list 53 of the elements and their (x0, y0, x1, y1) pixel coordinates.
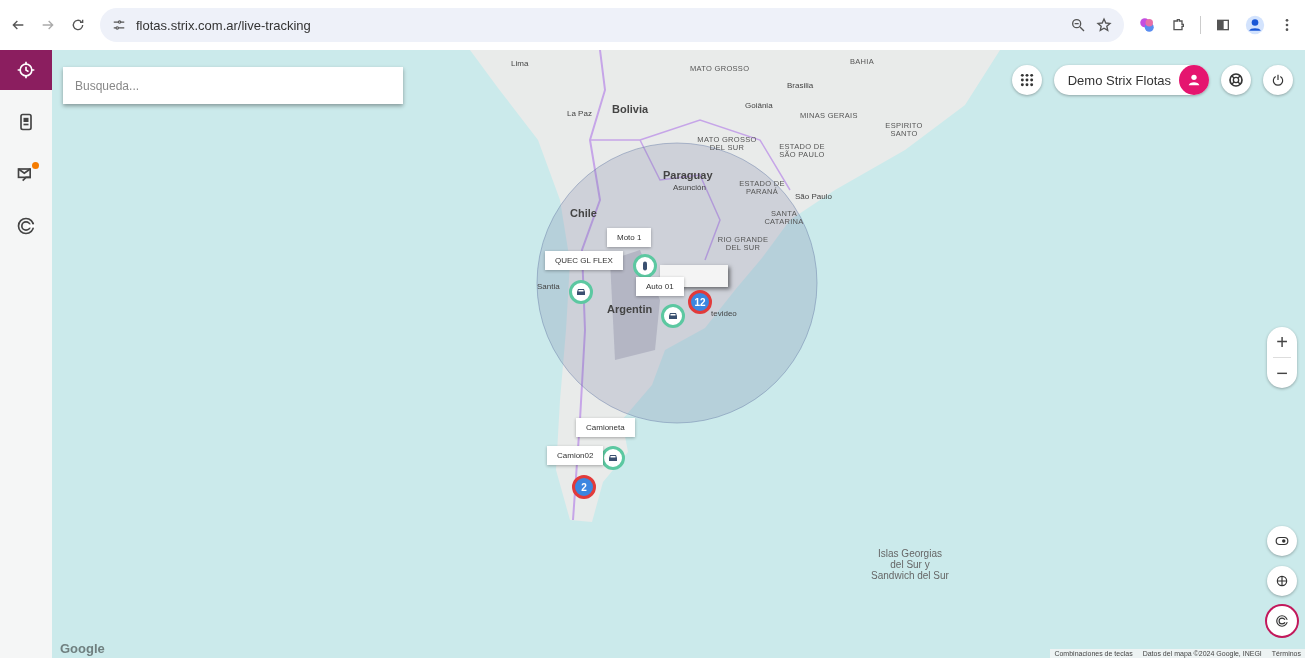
person-icon (1186, 72, 1202, 88)
city-label: Asunción (673, 184, 706, 193)
address-bar[interactable]: flotas.strix.com.ar/live-tracking (100, 8, 1124, 42)
user-name: Demo Strix Flotas (1067, 72, 1171, 88)
map-logo: Google (60, 641, 105, 656)
marker-tooltip: Auto 01 (636, 277, 684, 296)
city-label: Lima (511, 60, 529, 69)
country-label: Chile (570, 207, 597, 220)
map-tool-button[interactable] (1267, 526, 1297, 556)
target-icon (16, 60, 36, 80)
country-label: Paraguay (663, 169, 713, 182)
side-panel-icon[interactable] (1215, 17, 1231, 33)
grid-icon (1019, 73, 1034, 87)
city-label: São Paulo (795, 193, 832, 202)
logout-button[interactable] (1263, 65, 1293, 95)
url-text: flotas.strix.com.ar/live-tracking (136, 17, 311, 33)
city-label: La Paz (567, 110, 592, 119)
lifebuoy-icon (1228, 72, 1244, 88)
zoom-in-button[interactable]: + (1267, 327, 1297, 357)
toggle-icon (1275, 534, 1289, 548)
city-label: tevideo (711, 310, 737, 319)
zoom-icon[interactable] (1070, 17, 1086, 33)
apps-button[interactable] (1011, 65, 1042, 95)
zoom-out-button[interactable]: − (1267, 358, 1297, 388)
marker-tooltip: Moto 1 (607, 228, 652, 247)
profile-icon[interactable] (1245, 15, 1265, 35)
geofence-icon (1275, 614, 1289, 628)
help-button[interactable] (1221, 65, 1251, 95)
site-settings-icon[interactable] (112, 18, 126, 32)
star-icon[interactable] (1096, 17, 1112, 33)
marker-tooltip: Camioneta (576, 418, 635, 437)
city-label: Goiânia (745, 102, 773, 111)
car-icon (667, 310, 679, 322)
map-tool-button[interactable] (1267, 566, 1297, 596)
map-tool-button[interactable] (1267, 606, 1297, 636)
car-icon (607, 452, 619, 464)
geofence-icon (16, 216, 36, 236)
country-label: Bolivia (612, 103, 649, 116)
user-menu[interactable]: Demo Strix Flotas (1053, 65, 1209, 95)
puzzle-icon[interactable] (1170, 17, 1186, 33)
globe-icon (1275, 574, 1289, 588)
place-label: Islas Georgias del Sur y Sandwich del Sur (870, 548, 950, 581)
city-label: Santia (537, 283, 560, 292)
reload-icon[interactable] (70, 17, 86, 33)
marker-tooltip: Camion02 (547, 446, 604, 465)
power-icon (1271, 73, 1285, 87)
extension-icon[interactable] (1138, 16, 1156, 34)
search-field[interactable]: Busqueda... (63, 67, 403, 104)
city-label: Brasilia (787, 82, 814, 91)
car-icon (575, 286, 587, 298)
sidebar-item[interactable] (0, 50, 52, 90)
marker-tooltip: QUEC GL FLEX (545, 251, 623, 270)
country-label: Argentin (607, 303, 653, 316)
